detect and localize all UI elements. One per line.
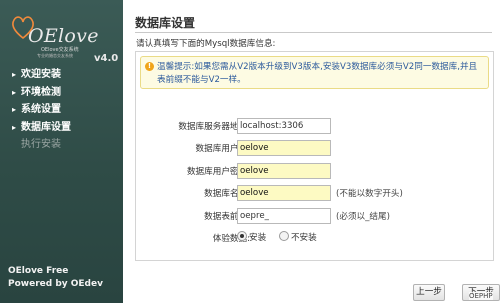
main-content: 数据库设置 请认真填写下面的Mysql数据库信息: ! 温馨提示:如果您需从V2…	[123, 0, 500, 303]
footer-product: OElove Free	[8, 266, 69, 276]
db-password-input[interactable]: oelove	[237, 163, 331, 179]
install-steps-nav: ▸ 欢迎安装 ▸ 环境检测 ▸ 系统设置 ▸ 数据库设置 执行安装	[12, 66, 120, 154]
logo-subtitle: OElove交友系统	[41, 47, 79, 53]
logo-tagline: 专业的婚恋交友系统	[37, 53, 73, 58]
logo: OElove OElove交友系统 专业的婚恋交友系统 v4.0	[8, 10, 118, 64]
dbname-hint: (不能以数字开头)	[336, 189, 403, 199]
logo-text: OElove	[28, 25, 99, 47]
lightbulb-icon: !	[145, 62, 154, 71]
title-divider	[135, 32, 492, 33]
nav-item-label: 系统设置	[21, 104, 61, 115]
nav-item-label: 环境检测	[21, 86, 61, 98]
demo-data-row: 体验数据: 安装 不安装	[136, 230, 493, 247]
dbname-row: 数据库名称: oelove (不能以数字开头)	[136, 185, 493, 202]
watermark: OEPHP	[469, 292, 493, 300]
footer-powered-by: Powered by OEdev	[8, 279, 103, 289]
form-panel: ! 温馨提示:如果您需从V2版本升级到V3版本,安装V3数据库必须与V2同一数据…	[135, 51, 494, 261]
nav-item-env-check[interactable]: ▸ 环境检测	[12, 84, 120, 102]
version-label: v4.0	[94, 53, 119, 64]
db-host-input[interactable]: localhost:3306	[237, 118, 331, 134]
user-row: 数据库用户名: oelove	[136, 140, 493, 157]
db-name-input[interactable]: oelove	[237, 185, 331, 201]
table-prefix-input[interactable]: oepre_	[237, 208, 331, 224]
page-subtitle: 请认真填写下面的Mysql数据库信息:	[136, 39, 276, 49]
sidebar: OElove OElove交友系统 专业的婚恋交友系统 v4.0 ▸ 欢迎安装 ▸…	[0, 0, 123, 303]
prefix-hint: (必须以_结尾)	[336, 212, 390, 222]
prefix-row: 数据表前缀: oepre_ (必须以_结尾)	[136, 208, 493, 225]
radio-no-install[interactable]	[278, 231, 289, 241]
radio-install-label[interactable]: 安装	[249, 233, 266, 243]
tip-box: ! 温馨提示:如果您需从V2版本升级到V3版本,安装V3数据库必须与V2同一数据…	[140, 56, 489, 89]
footer: OElove Free Powered by OEdev	[8, 265, 103, 291]
arrow-right-icon: ▸	[12, 105, 17, 114]
demo-data-radio-group: 安装 不安装	[237, 231, 327, 243]
arrow-right-icon: ▸	[12, 70, 17, 79]
page-title: 数据库设置	[135, 16, 196, 30]
tip-text: 温馨提示:如果您需从V2版本升级到V3版本,安装V3数据库必须与V2同一数据库,…	[157, 62, 478, 85]
arrow-right-icon: ▸	[12, 122, 17, 132]
nav-item-label: 欢迎安装	[21, 69, 61, 80]
nav-item-run-install: 执行安装	[12, 136, 120, 154]
nav-item-label: 执行安装	[21, 139, 61, 150]
nav-item-database-settings[interactable]: ▸ 数据库设置	[12, 119, 120, 137]
arrow-right-icon: ▸	[12, 87, 17, 97]
prev-button[interactable]: 上一步	[413, 284, 445, 301]
password-row: 数据库用户密码: oelove	[136, 163, 493, 180]
nav-item-label: 数据库设置	[21, 121, 71, 133]
radio-no-install-label[interactable]: 不安装	[291, 233, 317, 243]
nav-item-welcome[interactable]: ▸ 欢迎安装	[12, 66, 120, 84]
host-row: 数据库服务器地址: localhost:3306	[136, 118, 493, 135]
db-user-input[interactable]: oelove	[237, 140, 331, 156]
radio-install[interactable]	[237, 231, 247, 241]
nav-item-system-settings[interactable]: ▸ 系统设置	[12, 101, 120, 119]
